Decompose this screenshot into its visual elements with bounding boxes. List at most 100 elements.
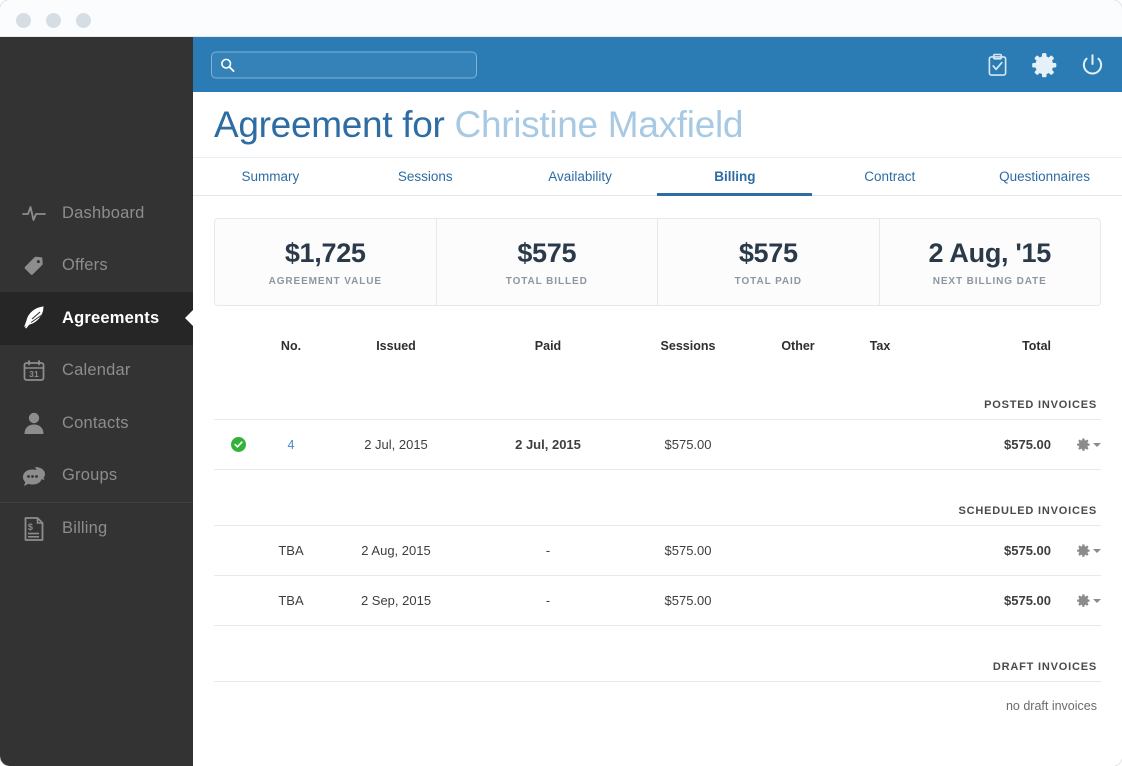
window-titlebar: [0, 0, 1122, 37]
power-icon[interactable]: [1081, 53, 1104, 76]
tab-label: Contract: [864, 169, 916, 184]
row-menu[interactable]: [1055, 594, 1101, 607]
sidebar-item-contacts[interactable]: Contacts: [0, 397, 193, 450]
svg-text:$: $: [28, 522, 33, 532]
tab-bar: Summary Sessions Availability Billing Co…: [193, 158, 1122, 196]
tab-contract[interactable]: Contract: [812, 158, 967, 195]
page-title: Agreement for Christine Maxfield: [214, 104, 743, 146]
tag-icon: [14, 251, 54, 281]
row-status: [214, 437, 262, 452]
row-invoice-no[interactable]: 4: [262, 437, 320, 452]
col-total: Total: [1022, 339, 1051, 353]
section-label: DRAFT INVOICES: [992, 661, 1097, 673]
sidebar-item-dashboard[interactable]: Dashboard: [0, 187, 193, 240]
col-no: No.: [280, 339, 302, 353]
gear-dropdown-icon[interactable]: [1077, 438, 1101, 451]
sidebar-item-label: Offers: [62, 256, 108, 275]
chevron-down-icon: [1093, 598, 1101, 603]
search-icon: [220, 57, 235, 72]
stat-total-paid: $575 TOTAL PAID: [658, 219, 880, 305]
row-total: $575.00: [1004, 437, 1051, 452]
chevron-down-icon: [1093, 548, 1101, 553]
invoices-table: No. Issued Paid Sessions Other Tax Total…: [214, 328, 1101, 730]
chevron-down-icon: [1093, 442, 1101, 447]
stat-total-billed: $575 TOTAL BILLED: [437, 219, 658, 305]
row-paid: -: [545, 593, 551, 608]
tab-label: Sessions: [397, 169, 453, 184]
row-paid: -: [545, 543, 551, 558]
stat-label: TOTAL BILLED: [505, 275, 588, 287]
stat-value: $575: [517, 237, 577, 268]
row-invoice-no: TBA: [278, 543, 304, 558]
close-dot[interactable]: [16, 13, 31, 28]
app-topbar: [193, 37, 1122, 92]
row-issued: 2 Aug, 2015: [361, 543, 431, 558]
person-icon: [14, 408, 54, 438]
sidebar-item-label: Calendar: [62, 361, 131, 380]
section-header-scheduled: SCHEDULED INVOICES: [214, 470, 1101, 526]
section-header-posted: POSTED INVOICES: [214, 364, 1101, 420]
stat-label: NEXT BILLING DATE: [932, 275, 1047, 287]
gear-icon[interactable]: [1032, 52, 1057, 77]
row-total: $575.00: [1004, 543, 1051, 558]
stat-value: $575: [738, 237, 798, 268]
sidebar-item-offers[interactable]: Offers: [0, 240, 193, 293]
clipboard-check-icon[interactable]: [987, 53, 1008, 76]
section-label: SCHEDULED INVOICES: [958, 505, 1097, 517]
stat-value: $1,725: [284, 237, 366, 268]
row-sessions: $575.00: [664, 543, 712, 558]
col-other: Other: [781, 339, 815, 353]
row-menu[interactable]: [1055, 438, 1101, 451]
sidebar-item-label: Billing: [62, 519, 108, 538]
activity-pulse-icon: [14, 198, 54, 228]
tab-label: Availability: [548, 169, 612, 184]
gear-dropdown-icon[interactable]: [1077, 544, 1101, 557]
tab-label: Billing: [714, 169, 756, 184]
invoice-number-link[interactable]: 4: [288, 438, 295, 452]
tab-sessions[interactable]: Sessions: [348, 158, 503, 195]
sidebar-item-calendar[interactable]: 31 Calendar: [0, 345, 193, 398]
stat-value: 2 Aug, '15: [928, 237, 1052, 268]
row-invoice-no: TBA: [278, 593, 304, 608]
table-header-row: No. Issued Paid Sessions Other Tax Total: [214, 328, 1101, 364]
tab-label: Questionnaires: [999, 169, 1090, 184]
section-header-draft: DRAFT INVOICES: [214, 626, 1101, 682]
gear-dropdown-icon[interactable]: [1077, 594, 1101, 607]
row-menu[interactable]: [1055, 544, 1101, 557]
draft-empty-message: no draft invoices: [1005, 699, 1097, 713]
sidebar: Dashboard Offers Agreements 31 Calendar …: [0, 37, 194, 766]
paid-check-icon: [230, 437, 246, 452]
section-label: POSTED INVOICES: [984, 399, 1097, 411]
col-tax: Tax: [869, 339, 891, 353]
page-title-prefix: Agreement for: [214, 103, 455, 145]
billing-panel: $1,725 AGREEMENT VALUE $575 TOTAL BILLED…: [193, 196, 1122, 730]
page-header: Agreement for Christine Maxfield: [193, 92, 1122, 158]
col-sessions: Sessions: [660, 339, 716, 353]
sidebar-item-label: Groups: [62, 466, 118, 485]
maximize-dot[interactable]: [76, 13, 91, 28]
stat-agreement-value: $1,725 AGREEMENT VALUE: [215, 219, 437, 305]
table-row[interactable]: TBA 2 Sep, 2015 - $575.00 $575.00: [214, 576, 1101, 626]
col-issued: Issued: [376, 339, 416, 353]
tab-summary[interactable]: Summary: [193, 158, 348, 195]
sidebar-item-label: Agreements: [62, 308, 160, 327]
sidebar-item-agreements[interactable]: Agreements: [0, 292, 194, 345]
tab-billing[interactable]: Billing: [657, 158, 813, 196]
tab-availability[interactable]: Availability: [503, 158, 658, 195]
search-input[interactable]: [235, 52, 476, 77]
search-box[interactable]: [211, 51, 477, 78]
invoice-dollar-icon: $: [14, 514, 54, 544]
minimize-dot[interactable]: [46, 13, 61, 28]
summary-stats: $1,725 AGREEMENT VALUE $575 TOTAL BILLED…: [214, 218, 1101, 306]
sidebar-item-label: Dashboard: [62, 203, 145, 222]
col-paid: Paid: [534, 339, 562, 353]
row-total: $575.00: [1004, 593, 1051, 608]
stat-label: TOTAL PAID: [734, 275, 802, 287]
sidebar-item-billing[interactable]: $ Billing: [0, 502, 193, 555]
tab-questionnaires[interactable]: Questionnaires: [967, 158, 1122, 195]
topbar-icon-group: [987, 52, 1104, 77]
table-row[interactable]: 4 2 Jul, 2015 2 Jul, 2015 $575.00 $575.0…: [214, 420, 1101, 470]
row-issued: 2 Jul, 2015: [364, 437, 428, 452]
sidebar-item-groups[interactable]: Groups: [0, 450, 193, 503]
table-row[interactable]: TBA 2 Aug, 2015 - $575.00 $575.00: [214, 526, 1101, 576]
